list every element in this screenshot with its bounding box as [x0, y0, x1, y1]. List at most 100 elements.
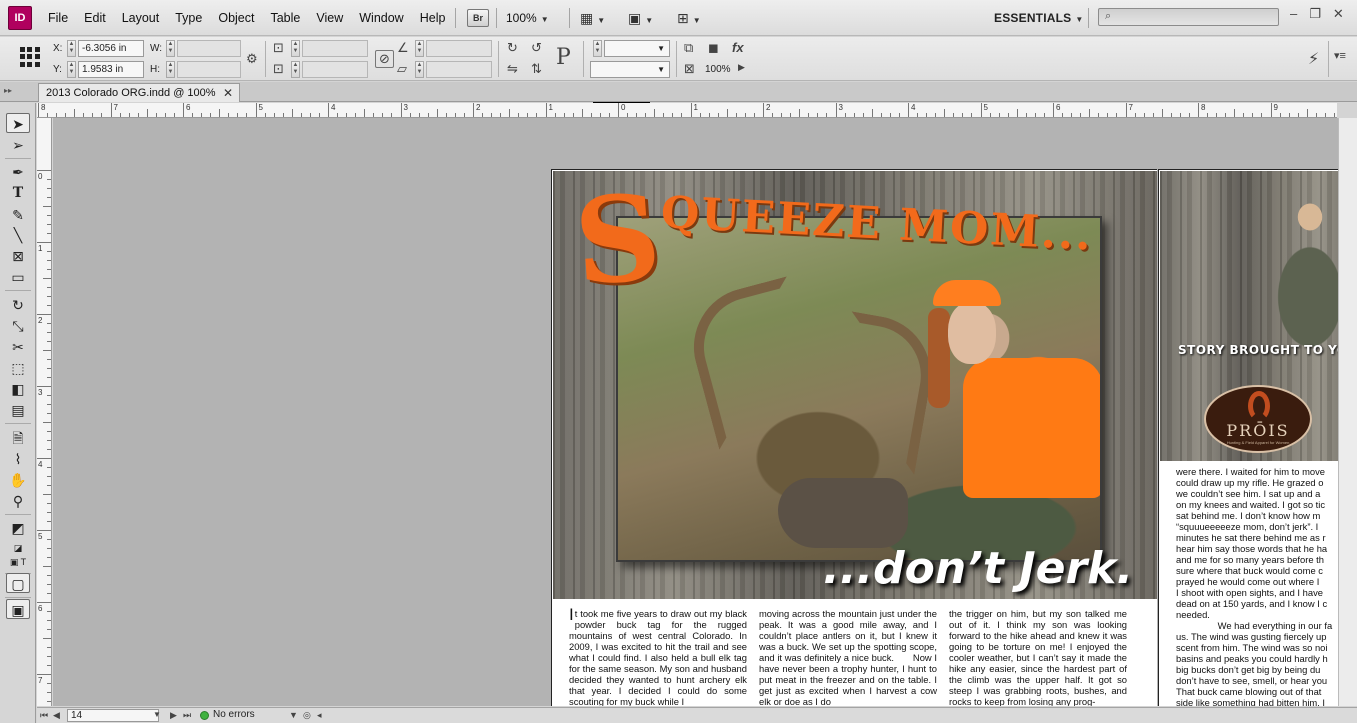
text-column-3[interactable]: the trigger on him, but my son talked me… [949, 608, 1127, 706]
w-field[interactable] [177, 40, 241, 57]
rectangle-tool-icon[interactable]: ▭ [6, 267, 30, 287]
h-stepper[interactable]: ▲ ▼ [166, 61, 175, 78]
hand-tool-icon[interactable]: ✋ [6, 470, 30, 490]
scale-x-stepper[interactable]: ▲ ▼ [291, 40, 300, 57]
h-field[interactable] [177, 61, 241, 78]
arrange-documents-icon[interactable]: ⊞ ▼ [677, 9, 711, 27]
bridge-button[interactable]: Br [467, 9, 489, 27]
close-icon[interactable]: ✕ [1333, 6, 1344, 22]
fill-stepper[interactable]: ▲ ▼ [593, 40, 602, 57]
free-transform-tool-icon[interactable]: ⬚ [6, 358, 30, 378]
close-tab-icon[interactable]: ✕ [223, 84, 233, 102]
minimize-icon[interactable]: – [1290, 6, 1297, 22]
eyedropper-tool-icon[interactable]: ⌇ [6, 449, 30, 469]
rotate-ccw-icon[interactable]: ↺ [531, 40, 542, 56]
stroke-swatch-dropdown[interactable]: ▼ [590, 61, 670, 78]
constrain-scale-icon[interactable]: ⊘ [375, 50, 394, 68]
page-left[interactable]: S QUEEZE MOM... ...don’t Jerk. It took m… [551, 167, 1157, 706]
menu-file[interactable]: File [40, 0, 76, 36]
headline-initial[interactable]: S [570, 167, 665, 312]
rotate-tool-icon[interactable]: ↻ [6, 295, 30, 315]
scale-y-stepper[interactable]: ▲ ▼ [291, 61, 300, 78]
direct-selection-tool-icon[interactable]: ➢ [6, 135, 30, 155]
type-tool-icon[interactable]: T [6, 183, 30, 203]
menu-view[interactable]: View [308, 0, 351, 36]
page-right[interactable]: STORY BROUGHT TO YOU BY PRŌIS Hunting & … [1158, 169, 1338, 706]
hunter-photo[interactable] [616, 216, 1102, 562]
shear-field[interactable] [426, 61, 492, 78]
flip-horizontal-icon[interactable]: ⇋ [507, 61, 518, 77]
shear-stepper[interactable]: ▲ ▼ [415, 61, 424, 78]
restore-icon[interactable]: ❐ [1309, 6, 1321, 22]
screen-mode-icon[interactable]: ▣ [6, 599, 30, 619]
next-page-icon[interactable]: ▶ [170, 710, 177, 721]
formatting-affects-icon[interactable]: ▣ T [6, 552, 30, 572]
w-stepper[interactable]: ▲ ▼ [166, 40, 175, 57]
scissors-tool-icon[interactable]: ✂ [6, 337, 30, 357]
select-container-icon[interactable]: ⧉ [684, 40, 693, 56]
pen-tool-icon[interactable]: ✒ [6, 162, 30, 182]
menu-object[interactable]: Object [210, 0, 262, 36]
menu-table[interactable]: Table [262, 0, 308, 36]
view-options-icon[interactable]: ▦ ▼ [580, 9, 614, 27]
fill-swatch-dropdown[interactable]: ▼ [604, 40, 670, 57]
menu-type[interactable]: Type [167, 0, 210, 36]
menu-window[interactable]: Window [351, 0, 411, 36]
x-stepper[interactable]: ▲ ▼ [67, 40, 76, 57]
drop-shadow-icon[interactable]: ◼ [708, 40, 719, 56]
previous-page-icon[interactable]: ◀ [53, 710, 60, 721]
subheadline[interactable]: ...don’t Jerk. [823, 543, 1133, 594]
constrain-proportions-icon[interactable]: ⚙ [246, 51, 258, 67]
fill-stroke-icon[interactable]: ◩ [6, 518, 30, 538]
chevron-right-icon[interactable]: ▶ [738, 62, 745, 73]
gradient-swatch-tool-icon[interactable]: ◧ [6, 379, 30, 399]
scale-x-field[interactable] [302, 40, 368, 57]
y-stepper[interactable]: ▲ ▼ [67, 61, 76, 78]
text-column-1[interactable]: It took me five years to draw out my bla… [569, 606, 747, 706]
preflight-status[interactable]: No errors [213, 709, 255, 720]
rectangle-frame-tool-icon[interactable]: ⊠ [6, 246, 30, 266]
text-column-right[interactable]: were there. I waited for him to move cou… [1176, 466, 1338, 706]
panel-menu-icon[interactable]: ▾≡ [1334, 49, 1346, 62]
vertical-scrollbar[interactable] [1338, 118, 1357, 706]
prois-logo[interactable]: PRŌIS Hunting & Field Apparel for Women [1204, 385, 1312, 453]
screen-mode-icon[interactable]: ▣ ▼ [628, 9, 662, 27]
normal-view-icon[interactable]: ▢ [6, 573, 30, 593]
note-tool-icon[interactable]: 🗎 [6, 428, 30, 448]
vertical-ruler[interactable]: 0 1 2 3 4 5 6 7 [37, 118, 52, 706]
open-file-icon[interactable]: ◎ [303, 710, 311, 721]
quick-apply-icon[interactable]: ⚡ [1308, 49, 1319, 69]
gradient-feather-tool-icon[interactable]: ▤ [6, 400, 30, 420]
horizontal-ruler[interactable]: 8765432101234567891011 [37, 103, 1337, 118]
zoom-level-dropdown[interactable]: 100% ▼ [506, 9, 549, 27]
effects-icon[interactable]: fx [732, 40, 744, 55]
menu-help[interactable]: Help [412, 0, 454, 36]
first-page-icon[interactable]: ⏮ [40, 710, 48, 721]
opacity-value[interactable]: 100% [705, 64, 731, 75]
line-tool-icon[interactable]: ╲ [6, 225, 30, 245]
pencil-tool-icon[interactable]: ✎ [6, 205, 30, 225]
scroll-left-icon[interactable]: ◂ [317, 710, 322, 721]
text-column-2[interactable]: moving across the mountain just under th… [759, 608, 937, 706]
last-page-icon[interactable]: ⏭ [183, 710, 191, 721]
flip-vertical-icon[interactable]: ⇅ [531, 61, 542, 77]
menu-layout[interactable]: Layout [114, 0, 168, 36]
scale-y-field[interactable] [302, 61, 368, 78]
menu-edit[interactable]: Edit [76, 0, 114, 36]
x-field[interactable]: -6.3056 in [78, 40, 144, 57]
workspace-switcher[interactable]: ESSENTIALS ▼ [994, 9, 1083, 27]
document-tab[interactable]: 2013 Colorado ORG.indd @ 100% ✕ [38, 83, 240, 102]
selection-tool-icon[interactable]: ➤ [6, 113, 30, 133]
zoom-tool-icon[interactable]: ⚲ [6, 491, 30, 511]
collapse-panel-icon[interactable]: ▸▸ [4, 86, 12, 95]
scale-tool-icon[interactable]: ⤡ [6, 316, 30, 336]
rotate-cw-icon[interactable]: ↻ [507, 40, 518, 56]
preflight-menu-icon[interactable]: ▼ [289, 710, 298, 720]
sponsor-credit[interactable]: STORY BROUGHT TO YOU BY [1178, 343, 1338, 357]
rotate-stepper[interactable]: ▲ ▼ [415, 40, 424, 57]
reference-point-grid[interactable] [20, 47, 40, 67]
search-input[interactable]: ⌕ [1098, 8, 1279, 26]
page-number-field[interactable]: 14 [67, 709, 159, 722]
pasteboard[interactable]: S QUEEZE MOM... ...don’t Jerk. It took m… [53, 118, 1338, 706]
page-dropdown-icon[interactable]: ▼ [153, 710, 161, 719]
